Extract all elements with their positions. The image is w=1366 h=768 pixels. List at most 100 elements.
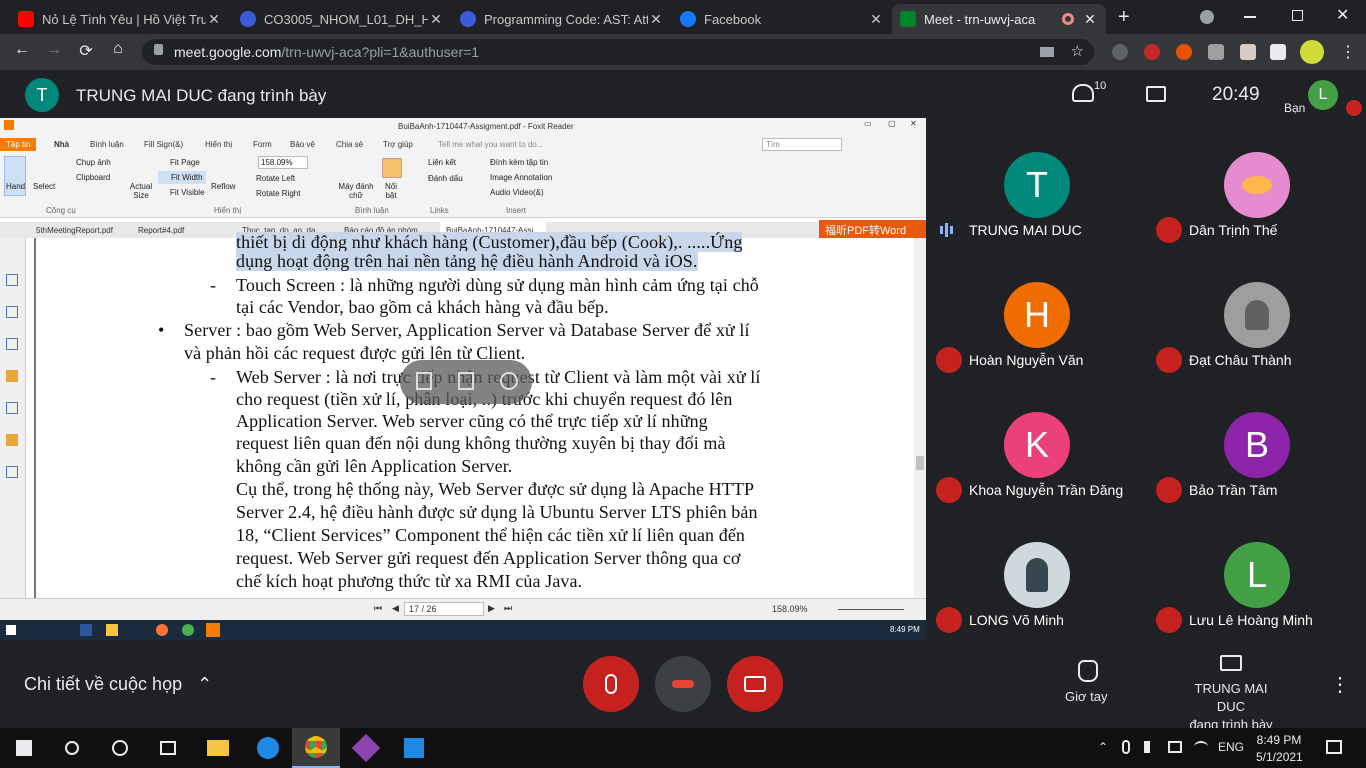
cortana-icon[interactable] [96, 728, 144, 768]
extension-icon[interactable] [1112, 44, 1128, 60]
doc-tab[interactable]: Report#4.pdf [138, 226, 184, 235]
leave-call-button[interactable] [655, 656, 711, 712]
close-tab-icon[interactable]: ✕ [428, 11, 444, 28]
pin-icon[interactable] [416, 372, 432, 390]
address-bar[interactable]: meet.google.com/trn-uwvj-aca?pli=1&authu… [142, 39, 1094, 65]
pen-extension-icon[interactable] [1208, 44, 1224, 60]
presentation-overlay-controls[interactable] [400, 360, 532, 404]
wifi-icon[interactable] [1194, 741, 1208, 753]
menu-fill-sign[interactable]: Fill Sign(&) [144, 140, 183, 149]
meeting-details-button[interactable]: Chi tiết về cuộc họp ⌃ [24, 674, 212, 695]
participant-tile[interactable]: B Bảo Trần Tâm [1156, 410, 1366, 540]
file-explorer-icon[interactable] [194, 728, 242, 768]
mic-toggle-button[interactable] [583, 656, 639, 712]
audio-video-button[interactable]: Audio Video(&) [490, 188, 544, 197]
clipboard-button[interactable]: Clipboard [76, 173, 110, 182]
search-icon[interactable] [48, 728, 96, 768]
browser-tab[interactable]: Programming Code: AST: Atte ✕ [452, 4, 672, 34]
close-tab-icon[interactable]: ✕ [868, 11, 884, 28]
comments-panel-icon[interactable] [6, 370, 18, 382]
menu-share[interactable]: Chia sẻ [336, 140, 363, 149]
participant-tile[interactable]: Đạt Châu Thành [1156, 280, 1366, 410]
minimize-icon[interactable] [1244, 16, 1256, 18]
fit-width-button[interactable]: Fit Width [158, 171, 206, 184]
bookmark-star-icon[interactable]: ☆ [1071, 42, 1084, 60]
bookmark-button[interactable]: Đánh dấu [428, 174, 463, 183]
next-page-icon[interactable]: ▶ [488, 603, 495, 614]
new-tab-button[interactable]: + [1118, 6, 1130, 29]
reload-icon[interactable]: ⟳ [74, 41, 98, 61]
volume-icon[interactable] [1144, 741, 1158, 753]
page-number-field[interactable]: 17 / 26 [404, 602, 484, 616]
rotate-right-button[interactable]: Rotate Right [256, 189, 300, 198]
window-close-icon[interactable]: ✕ [1336, 5, 1349, 25]
back-icon[interactable]: ← [10, 41, 34, 59]
image-annotation-button[interactable]: Image Annotation [490, 173, 552, 182]
pdf-scrollbar[interactable] [914, 238, 926, 598]
zoom-slider[interactable] [838, 609, 904, 610]
extension-icon[interactable] [1176, 44, 1192, 60]
camera-blocked-icon[interactable] [1040, 47, 1054, 57]
forward-icon[interactable]: → [42, 41, 66, 59]
tray-mic-icon[interactable] [1122, 740, 1130, 754]
visual-studio-icon[interactable] [342, 728, 390, 768]
chrome-icon[interactable] [292, 728, 340, 768]
pdf-to-word-promo[interactable]: 福昕PDF转Word [819, 220, 926, 238]
layers-panel-icon[interactable] [6, 338, 18, 350]
chat-icon[interactable] [1146, 86, 1166, 102]
select-tool-button[interactable]: Select [33, 182, 55, 191]
zoom-icon[interactable] [500, 372, 518, 390]
vscode-icon[interactable] [390, 728, 438, 768]
tray-chevron-icon[interactable]: ⌃ [1098, 740, 1108, 754]
hand-icon[interactable] [1078, 660, 1098, 682]
browser-tab-active[interactable]: Meet - trn-uwvj-aca ✕ [892, 4, 1106, 34]
menu-comment[interactable]: Bình luận [90, 140, 124, 149]
menu-form[interactable]: Form [253, 140, 272, 149]
participant-tile[interactable]: H Hoàn Nguyễn Văn [936, 280, 1156, 410]
foxit-restore-icon[interactable]: ▢ [888, 119, 896, 128]
network-icon[interactable] [1168, 741, 1182, 753]
participant-tile[interactable]: T TRUNG MAI DUC [936, 150, 1156, 280]
browser-tab[interactable]: CO3005_NHOM_L01_DH_HK2 ✕ [232, 4, 452, 34]
first-page-icon[interactable]: ⏮ [374, 603, 382, 614]
rotate-left-button[interactable]: Rotate Left [256, 174, 295, 183]
participant-tile[interactable]: K Khoa Nguyễn Trần Đăng [936, 410, 1156, 540]
participants-button[interactable]: 10 [1072, 80, 1106, 107]
more-options-icon[interactable]: ⋮ [1330, 672, 1350, 697]
fullscreen-icon[interactable] [458, 372, 474, 390]
doc-tab[interactable]: 5thMeetingReport.pdf [36, 226, 113, 235]
tell-me-field[interactable]: Tell me what you want to do... [438, 140, 543, 149]
foxit-close-icon[interactable]: ✕ [910, 119, 917, 128]
snapshot-button[interactable]: Chụp ảnh [76, 158, 111, 167]
security-panel-icon[interactable] [6, 434, 18, 446]
foxit-search-input[interactable]: Tìm [762, 138, 842, 151]
profile-avatar[interactable] [1300, 40, 1324, 64]
actual-size-button[interactable]: Actual Size [128, 182, 154, 200]
system-clock[interactable]: 8:49 PM 5/1/2021 [1256, 732, 1303, 766]
reflow-button[interactable]: Reflow [211, 182, 235, 191]
menu-help[interactable]: Trợ giúp [383, 140, 413, 149]
prev-page-icon[interactable]: ◀ [392, 603, 399, 614]
close-tab-icon[interactable]: ✕ [1082, 11, 1098, 28]
attachments-panel-icon[interactable] [6, 402, 18, 414]
present-screen-icon[interactable] [1220, 655, 1242, 671]
close-tab-icon[interactable]: ✕ [206, 11, 222, 28]
participant-tile[interactable]: Dân Trịnh Thế [1156, 150, 1366, 280]
close-tab-icon[interactable]: ✕ [648, 11, 664, 28]
menu-home[interactable]: Nhà [54, 140, 69, 149]
ublock-icon[interactable] [1144, 44, 1160, 60]
home-icon[interactable]: ⌂ [106, 40, 130, 58]
menu-file[interactable]: Tập tin [0, 138, 37, 151]
language-indicator[interactable]: ENG [1218, 740, 1244, 754]
menu-view[interactable]: Hiển thị [205, 140, 232, 149]
browser-tab[interactable]: Nỏ Lệ Tình Yêu | Hồ Việt Trung ✕ [10, 4, 230, 34]
typewriter-button[interactable]: Máy đánh chữ [338, 182, 374, 200]
edge-icon[interactable] [244, 728, 292, 768]
restore-icon[interactable] [1292, 10, 1303, 21]
browser-tab[interactable]: Facebook ✕ [672, 4, 892, 34]
highlight-icon[interactable] [382, 158, 402, 178]
highlight-button[interactable]: Nổi bật [380, 182, 402, 200]
pages-panel-icon[interactable] [6, 274, 18, 286]
raise-hand-label[interactable]: Giơ tay [1065, 689, 1107, 704]
last-page-icon[interactable]: ⏭ [504, 603, 512, 614]
